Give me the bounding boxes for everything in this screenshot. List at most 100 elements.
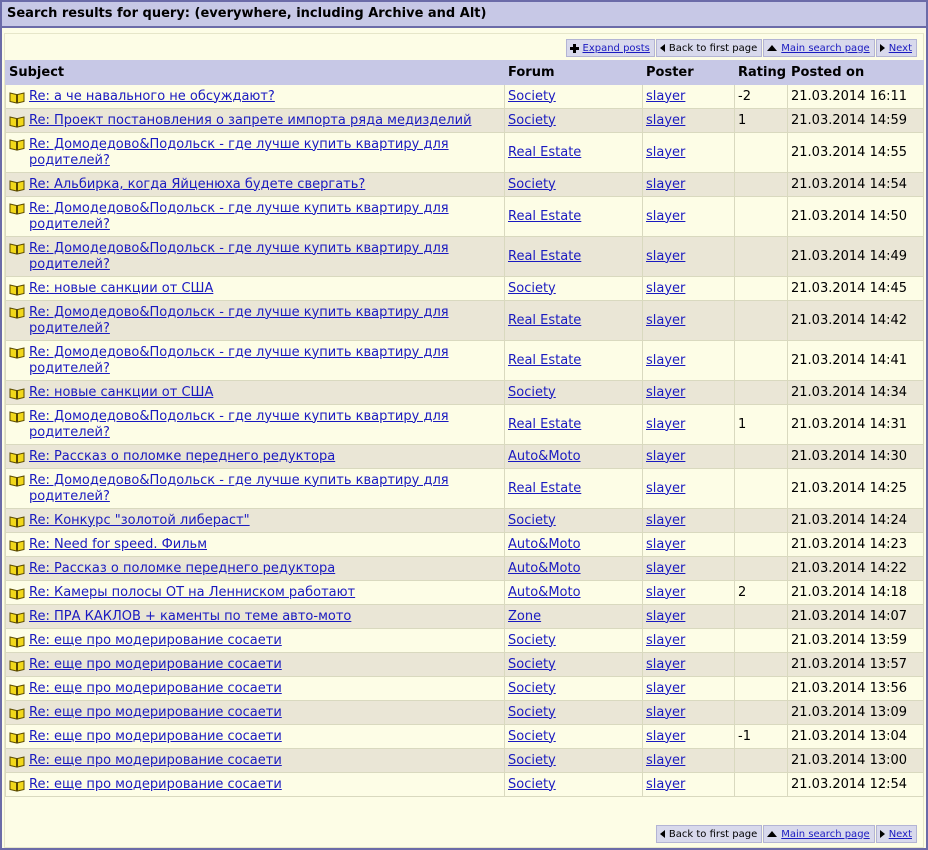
subject-cell: Re: еще про модерирование сосаети [5, 748, 505, 773]
poster-link[interactable]: slayer [646, 449, 685, 464]
forum-link[interactable]: Real Estate [508, 209, 581, 224]
forum-link[interactable]: Society [508, 89, 556, 104]
poster-link[interactable]: slayer [646, 729, 685, 744]
forum-link[interactable]: Society [508, 681, 556, 696]
poster-link[interactable]: slayer [646, 353, 685, 368]
forum-link[interactable]: Real Estate [508, 417, 581, 432]
forum-link[interactable]: Zone [508, 609, 541, 624]
poster-link[interactable]: slayer [646, 633, 685, 648]
post-subject-link[interactable]: Re: Рассказ о поломке переднего редуктор… [29, 561, 335, 577]
forum-link[interactable]: Society [508, 513, 556, 528]
forum-link[interactable]: Society [508, 113, 556, 128]
table-row: Re: Домодедово&Подольск - где лучше купи… [5, 404, 924, 445]
post-subject-link[interactable]: Re: новые санкции от США [29, 385, 213, 401]
poster-link[interactable]: slayer [646, 537, 685, 552]
post-subject-link[interactable]: Re: еще про модерирование сосаети [29, 777, 282, 793]
subject-cell: Re: Домодедово&Подольск - где лучше купи… [5, 236, 505, 277]
poster-link[interactable]: slayer [646, 705, 685, 720]
poster-link[interactable]: slayer [646, 385, 685, 400]
poster-link[interactable]: slayer [646, 145, 685, 160]
post-subject-link[interactable]: Re: Домодедово&Подольск - где лучше купи… [29, 137, 501, 169]
expand-posts-link[interactable]: Expand posts [583, 43, 650, 54]
next-page-link[interactable]: Next [889, 829, 912, 840]
poster-link[interactable]: slayer [646, 209, 685, 224]
poster-link[interactable]: slayer [646, 281, 685, 296]
rating-cell [734, 604, 788, 629]
post-subject-link[interactable]: Re: Домодедово&Подольск - где лучше купи… [29, 409, 501, 441]
forum-link[interactable]: Society [508, 281, 556, 296]
posted-on-cell: 21.03.2014 13:00 [787, 748, 924, 773]
poster-link[interactable]: slayer [646, 313, 685, 328]
post-subject-link[interactable]: Re: ПРА КАКЛОВ + каменты по теме авто-мо… [29, 609, 351, 625]
main-search-page-button[interactable]: Main search page [763, 825, 875, 843]
forum-link[interactable]: Society [508, 753, 556, 768]
poster-link[interactable]: slayer [646, 249, 685, 264]
poster-link[interactable]: slayer [646, 753, 685, 768]
post-subject-link[interactable]: Re: Домодедово&Подольск - где лучше купи… [29, 345, 501, 377]
poster-link[interactable]: slayer [646, 513, 685, 528]
main-search-page-link[interactable]: Main search page [781, 829, 869, 840]
post-subject-link[interactable]: Re: Need for speed. Фильм [29, 537, 207, 553]
forum-link[interactable]: Real Estate [508, 353, 581, 368]
forum-link[interactable]: Real Estate [508, 249, 581, 264]
poster-link[interactable]: slayer [646, 585, 685, 600]
post-subject-link[interactable]: Re: еще про модерирование сосаети [29, 657, 282, 673]
post-subject-link[interactable]: Re: еще про модерирование сосаети [29, 753, 282, 769]
post-subject-link[interactable]: Re: Альбирка, когда Яйценюха будете свер… [29, 177, 365, 193]
forum-link[interactable]: Auto&Moto [508, 537, 581, 552]
next-page-button[interactable]: Next [875, 825, 917, 843]
post-subject-link[interactable]: Re: Камеры полосы ОТ на Ленниском работа… [29, 585, 355, 601]
post-subject-link[interactable]: Re: новые санкции от США [29, 281, 213, 297]
forum-link[interactable]: Society [508, 705, 556, 720]
forum-link[interactable]: Society [508, 633, 556, 648]
table-row: Re: Альбирка, когда Яйценюха будете свер… [5, 172, 924, 197]
post-subject-link[interactable]: Re: Рассказ о поломке переднего редуктор… [29, 449, 335, 465]
forum-link[interactable]: Real Estate [508, 481, 581, 496]
post-subject-link[interactable]: Re: Проект постановления о запрете импор… [29, 113, 472, 129]
forum-link[interactable]: Society [508, 777, 556, 792]
next-page-link[interactable]: Next [889, 43, 912, 54]
expand-posts-button[interactable]: Expand posts [565, 39, 655, 57]
poster-link[interactable]: slayer [646, 89, 685, 104]
main-search-page-link[interactable]: Main search page [781, 43, 869, 54]
forum-link[interactable]: Society [508, 729, 556, 744]
forum-link[interactable]: Auto&Moto [508, 585, 581, 600]
open-book-icon [9, 539, 25, 552]
post-subject-link[interactable]: Re: Домодедово&Подольск - где лучше купи… [29, 305, 501, 337]
poster-link[interactable]: slayer [646, 481, 685, 496]
post-subject-link[interactable]: Re: еще про модерирование сосаети [29, 705, 282, 721]
back-to-first-page-button[interactable]: Back to first page [655, 39, 763, 57]
post-subject-link[interactable]: Re: еще про модерирование сосаети [29, 633, 282, 649]
subject-cell: Re: Проект постановления о запрете импор… [5, 108, 505, 133]
poster-link[interactable]: slayer [646, 561, 685, 576]
forum-link[interactable]: Real Estate [508, 145, 581, 160]
forum-link[interactable]: Society [508, 657, 556, 672]
forum-link[interactable]: Auto&Moto [508, 449, 581, 464]
poster-cell: slayer [642, 700, 735, 725]
subject-cell: Re: новые санкции от США [5, 276, 505, 301]
post-subject-link[interactable]: Re: еще про модерирование сосаети [29, 681, 282, 697]
poster-link[interactable]: slayer [646, 417, 685, 432]
poster-link[interactable]: slayer [646, 777, 685, 792]
forum-link[interactable]: Auto&Moto [508, 561, 581, 576]
forum-link[interactable]: Society [508, 177, 556, 192]
back-to-first-page-button[interactable]: Back to first page [655, 825, 763, 843]
post-subject-link[interactable]: Re: Конкурс "золотой либераст" [29, 513, 250, 529]
main-search-page-button[interactable]: Main search page [763, 39, 875, 57]
poster-link[interactable]: slayer [646, 657, 685, 672]
post-subject-link[interactable]: Re: Домодедово&Подольск - где лучше купи… [29, 473, 501, 505]
post-subject-link[interactable]: Re: еще про модерирование сосаети [29, 729, 282, 745]
column-header-rating: Rating [734, 60, 788, 85]
table-row: Re: Домодедово&Подольск - где лучше купи… [5, 300, 924, 341]
poster-link[interactable]: slayer [646, 113, 685, 128]
forum-cell: Society [504, 700, 643, 725]
poster-link[interactable]: slayer [646, 177, 685, 192]
poster-link[interactable]: slayer [646, 681, 685, 696]
forum-link[interactable]: Real Estate [508, 313, 581, 328]
next-page-button[interactable]: Next [875, 39, 917, 57]
post-subject-link[interactable]: Re: Домодедово&Подольск - где лучше купи… [29, 201, 501, 233]
forum-link[interactable]: Society [508, 385, 556, 400]
poster-link[interactable]: slayer [646, 609, 685, 624]
post-subject-link[interactable]: Re: Домодедово&Подольск - где лучше купи… [29, 241, 501, 273]
post-subject-link[interactable]: Re: а че навального не обсуждают? [29, 89, 275, 105]
